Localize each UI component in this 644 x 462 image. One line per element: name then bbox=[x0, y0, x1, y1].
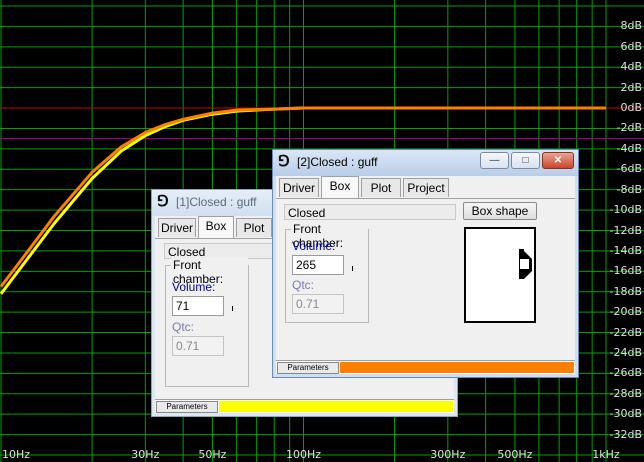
x-tick-label: 50Hz bbox=[198, 448, 227, 461]
tab-box[interactable]: Box bbox=[321, 176, 359, 198]
front-chamber-group: Front chamber: Volume: 265 Qtc: 0.71 bbox=[285, 222, 369, 323]
qtc-field: 0.71 bbox=[172, 336, 224, 356]
y-tick-label: 4dB bbox=[620, 60, 642, 74]
window-2-tabs: Driver Box Plot Project bbox=[276, 176, 575, 199]
y-tick-label: -22dB bbox=[609, 325, 643, 339]
window-2-client: Driver Box Plot Project Closed Box shape… bbox=[276, 176, 575, 374]
speaker-driver-icon bbox=[519, 249, 532, 279]
volume-label: Volume: bbox=[292, 239, 336, 253]
app-icon: ⅁ bbox=[157, 193, 169, 210]
y-tick-label: -30dB bbox=[609, 407, 643, 421]
window-1-title: [1]Closed : guff bbox=[176, 195, 257, 209]
tab-plot[interactable]: Plot bbox=[236, 218, 272, 237]
y-tick-label: 6dB bbox=[620, 39, 642, 53]
y-tick-label: -2dB bbox=[616, 121, 643, 135]
tab-project[interactable]: Project bbox=[403, 178, 449, 197]
x-tick-label: 100Hz bbox=[285, 448, 322, 461]
front-chamber-group: Front chamber: Volume: 71 Qtc: 0.71 bbox=[165, 258, 249, 387]
y-tick-label: -10dB bbox=[609, 203, 643, 217]
y-tick-label: -8dB bbox=[616, 182, 643, 196]
y-tick-label: -32dB bbox=[609, 427, 643, 441]
y-tick-label: -16dB bbox=[609, 264, 643, 278]
tab-box[interactable]: Box bbox=[198, 216, 234, 238]
box-shape-button[interactable]: Box shape bbox=[463, 202, 537, 220]
y-tick-label: -12dB bbox=[609, 223, 643, 237]
y-tick-label: 0dB bbox=[620, 101, 642, 115]
reference-lines bbox=[0, 107, 644, 140]
series-color-bar bbox=[219, 401, 453, 412]
app-icon: ⅁ bbox=[278, 153, 290, 170]
volume-input[interactable]: 265 bbox=[292, 255, 344, 275]
window-2-closed-guff[interactable]: ⅁ [2]Closed : guff — □ ✕ Driver Box Plot… bbox=[272, 149, 579, 378]
close-button[interactable]: ✕ bbox=[542, 152, 574, 169]
window-2-statusbar: Parameters bbox=[276, 360, 575, 374]
box-shape-preview bbox=[464, 227, 536, 323]
y-tick-label: -24dB bbox=[609, 345, 643, 359]
series-color-bar bbox=[340, 362, 574, 373]
y-tick-label: -28dB bbox=[609, 386, 643, 400]
minimize-button[interactable]: — bbox=[480, 152, 509, 169]
y-tick-label: -26dB bbox=[609, 366, 643, 380]
volume-spin-tick bbox=[352, 266, 353, 271]
tab-driver[interactable]: Driver bbox=[279, 178, 319, 197]
y-tick-label: 2dB bbox=[620, 80, 642, 94]
box-type-label: Closed bbox=[284, 204, 456, 220]
x-tick-label: 30Hz bbox=[131, 448, 160, 461]
tab-plot[interactable]: Plot bbox=[361, 178, 401, 197]
qtc-label: Qtc: bbox=[172, 320, 195, 334]
window-1-statusbar: Parameters bbox=[155, 399, 454, 413]
volume-spin-tick bbox=[232, 306, 233, 311]
window-2-title: [2]Closed : guff bbox=[297, 155, 378, 169]
x-tick-label: 300Hz bbox=[430, 448, 466, 461]
y-tick-label: -20dB bbox=[609, 305, 643, 319]
tab-driver[interactable]: Driver bbox=[158, 218, 196, 237]
y-tick-label: -14dB bbox=[609, 243, 643, 257]
parameters-tab[interactable]: Parameters bbox=[277, 362, 339, 374]
x-tick-label: 10Hz bbox=[2, 448, 31, 461]
x-tick-label: 500Hz bbox=[497, 448, 533, 461]
volume-label: Volume: bbox=[172, 280, 216, 294]
y-tick-label: -4dB bbox=[616, 141, 643, 155]
y-tick-label: -18dB bbox=[609, 284, 643, 298]
x-tick-label: 1kHz bbox=[592, 448, 620, 461]
volume-input[interactable]: 71 bbox=[172, 296, 224, 316]
maximize-button[interactable]: □ bbox=[511, 152, 540, 169]
window-2-titlebar[interactable]: ⅁ [2]Closed : guff — □ ✕ bbox=[273, 150, 578, 176]
parameters-tab[interactable]: Parameters bbox=[156, 401, 218, 413]
qtc-label: Qtc: bbox=[292, 278, 315, 292]
qtc-field: 0.71 bbox=[292, 294, 344, 314]
y-tick-label: -6dB bbox=[616, 162, 643, 176]
y-tick-label: 8dB bbox=[620, 19, 642, 33]
